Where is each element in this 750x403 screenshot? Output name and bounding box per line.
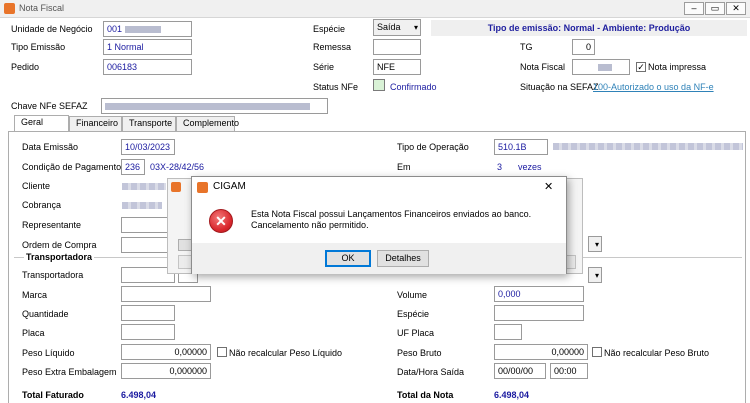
situacao-sefaz-label: Situação na SEFAZ (520, 82, 599, 92)
volume-label: Volume (397, 290, 428, 300)
data-saida-field[interactable]: 00/00/00 (494, 363, 546, 379)
peso-bruto-label: Peso Bruto (397, 348, 442, 358)
em-label: Em (397, 162, 411, 172)
ordem-compra-label: Ordem de Compra (22, 240, 97, 250)
hora-saida-field[interactable]: 00:00 (550, 363, 588, 379)
tab-complemento[interactable]: Complemento (176, 116, 239, 131)
error-icon: ✕ (209, 209, 233, 233)
tab-geral[interactable]: Geral (14, 115, 69, 131)
error-dialog: CIGAM ✕ ✕ Esta Nota Fiscal possui Lançam… (191, 176, 567, 274)
peso-extra-label: Peso Extra Embalagem (22, 367, 117, 377)
chave-nfe-field[interactable] (101, 98, 328, 114)
data-hora-saida-label: Data/Hora Saída (397, 367, 465, 377)
unidade-negocio-label: Unidade de Negócio (11, 24, 93, 34)
tipo-emissao-label: Tipo Emissão (11, 42, 66, 52)
cobranca-value (122, 202, 162, 209)
chave-nfe-label: Chave NFe SEFAZ (11, 101, 88, 111)
minimize-button[interactable]: – (684, 2, 704, 15)
chevron-down-icon: ▾ (594, 240, 599, 249)
nao-recalcular-liquido-label: Não recalcular Peso Líquido (229, 348, 343, 358)
em-value: 3 (497, 162, 503, 172)
transportadora-section-label: Transportadora (24, 252, 95, 262)
nota-fiscal-field[interactable] (572, 59, 630, 75)
nota-fiscal-label: Nota Fiscal (520, 62, 566, 72)
total-faturado-label: Total Faturado (22, 390, 84, 400)
status-nfe-indicator (373, 79, 385, 91)
nao-recalcular-bruto-checkbox[interactable] (592, 347, 602, 357)
marca-label: Marca (22, 290, 48, 300)
window-titlebar: Nota Fiscal – ▭ ✕ (0, 0, 750, 18)
status-nfe-label: Status NFe (313, 82, 359, 92)
tg-label: TG (520, 42, 533, 52)
detalhes-button[interactable]: Detalhes (377, 250, 429, 267)
tab-transporte[interactable]: Transporte (122, 116, 176, 131)
condicao-pagamento-label: Condição de Pagamento (22, 162, 122, 172)
dialog-message-line2: Cancelamento não permitido. (251, 220, 369, 230)
unidade-negocio-field[interactable]: 001 (103, 21, 192, 37)
tab-financeiro[interactable]: Financeiro (69, 116, 122, 131)
pedido-field[interactable]: 006183 (103, 59, 192, 75)
tipo-operacao-desc (553, 143, 743, 150)
placa-label: Placa (22, 328, 45, 338)
volume-field[interactable]: 0,000 (494, 286, 584, 302)
nao-recalcular-liquido-checkbox[interactable] (217, 347, 227, 357)
ok-button[interactable]: OK (325, 250, 371, 267)
cliente-label: Cliente (22, 181, 51, 191)
situacao-sefaz-link[interactable]: 100-Autorizado o uso da NF-e (593, 82, 714, 92)
nota-impressa-checkbox[interactable]: ✓ (636, 62, 646, 72)
emission-banner: Tipo de emissão: Normal - Ambiente: Prod… (431, 20, 747, 36)
right-select-1[interactable]: ▾ (588, 236, 602, 252)
remessa-field[interactable] (373, 39, 421, 55)
data-emissao-field[interactable]: 10/03/2023 (121, 139, 175, 155)
uf-placa-label: UF Placa (397, 328, 435, 338)
especie-transp-label: Espécie (397, 309, 430, 319)
peso-bruto-field[interactable]: 0,00000 (494, 344, 588, 360)
tipo-emissao-field[interactable]: 1 Normal (103, 39, 192, 55)
cobranca-label: Cobrança (22, 200, 62, 210)
dialog-message-line1: Esta Nota Fiscal possui Lançamentos Fina… (251, 209, 532, 219)
pedido-label: Pedido (11, 62, 40, 72)
quantidade-label: Quantidade (22, 309, 69, 319)
dialog-title: CIGAM (213, 181, 246, 192)
nao-recalcular-bruto-label: Não recalcular Peso Bruto (604, 348, 710, 358)
restore-button[interactable]: ▭ (705, 2, 725, 15)
condicao-pagamento-desc: 03X-28/42/56 (150, 162, 205, 172)
peso-extra-field[interactable]: 0,000000 (121, 363, 211, 379)
condicao-pagamento-code-field[interactable]: 236 (121, 159, 145, 175)
dialog-body: ✕ Esta Nota Fiscal possui Lançamentos Fi… (192, 197, 566, 243)
total-faturado-value: 6.498,04 (121, 390, 157, 400)
placa-field[interactable] (121, 324, 175, 340)
data-emissao-label: Data Emissão (22, 142, 79, 152)
quantidade-field[interactable] (121, 305, 175, 321)
especie-label: Espécie (313, 24, 346, 34)
chevron-down-icon: ▾ (413, 23, 418, 32)
app-icon (171, 182, 181, 192)
especie-select[interactable]: Saída ▾ (373, 19, 421, 36)
remessa-label: Remessa (313, 42, 352, 52)
nota-impressa-label: Nota impressa (648, 62, 707, 72)
total-nota-value: 6.498,04 (494, 390, 530, 400)
transportadora-label: Transportadora (22, 270, 84, 280)
status-nfe-value: Confirmado (390, 82, 437, 92)
uf-placa-field[interactable] (494, 324, 522, 340)
tipo-operacao-label: Tipo de Operação (397, 142, 469, 152)
peso-liquido-field[interactable]: 0,00000 (121, 344, 211, 360)
tg-field[interactable]: 0 (572, 39, 595, 55)
representante-label: Representante (22, 220, 82, 230)
serie-field[interactable]: NFE (373, 59, 421, 75)
window-title: Nota Fiscal (19, 3, 65, 13)
app-icon (197, 182, 208, 193)
close-icon[interactable]: ✕ (544, 180, 553, 193)
especie-transp-field[interactable] (494, 305, 584, 321)
tipo-operacao-field[interactable]: 510.1B (494, 139, 548, 155)
serie-label: Série (313, 62, 335, 72)
cliente-value (122, 183, 166, 190)
total-nota-label: Total da Nota (397, 390, 454, 400)
peso-liquido-label: Peso Líquido (22, 348, 75, 358)
em-unit: vezes (518, 162, 542, 172)
app-icon (4, 3, 15, 14)
close-window-button[interactable]: ✕ (726, 2, 746, 15)
marca-field[interactable] (121, 286, 211, 302)
